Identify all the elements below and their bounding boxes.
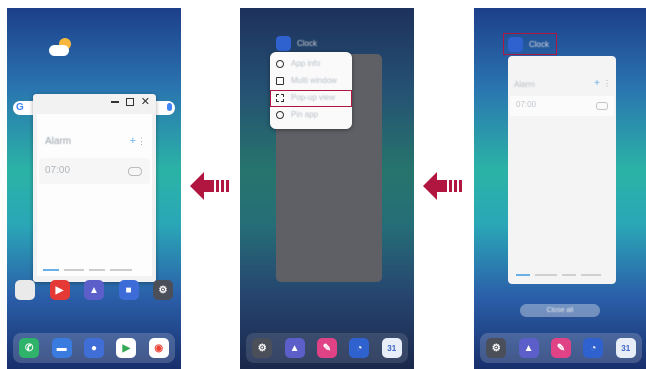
tab-alarm[interactable] (516, 274, 530, 276)
app-icon-highlight (503, 33, 557, 55)
left-arrow-icon (190, 172, 229, 200)
app-name-label: Clock (297, 39, 318, 48)
alarm-toggle[interactable] (596, 102, 608, 110)
close-all-label: Close all (546, 307, 574, 314)
tab-world-clock[interactable] (64, 269, 84, 271)
info-icon (276, 59, 284, 68)
alarm-card: Alarm + ⋮ 07:00 (37, 114, 152, 276)
recent-app-card[interactable]: Alarm + ⋮ 07:00 (508, 56, 616, 284)
phone-icon[interactable]: ✆ (19, 338, 40, 358)
clock-app-icon[interactable] (276, 36, 291, 51)
add-icon[interactable]: + (594, 78, 600, 89)
google-folder-icon[interactable] (15, 280, 35, 300)
alarm-toggle[interactable] (128, 167, 142, 176)
menu-item-pin-app[interactable]: Pin app (270, 106, 352, 123)
add-icon[interactable]: + (130, 135, 136, 147)
popup-view-highlight (270, 90, 352, 107)
phone-screen-popup-view: G ✕ Alarm + ⋮ 07:00 ▶ ▲ ■ ⚙ ✆ ▬ ● ▶ ◉ (7, 8, 181, 369)
alarm-row[interactable]: 07:00 (39, 158, 150, 184)
multi-window-icon (276, 76, 284, 85)
close-all-button[interactable]: Close all (520, 304, 600, 317)
gallery-icon[interactable]: ▲ (284, 338, 305, 358)
more-options-icon[interactable]: ⋮ (603, 79, 611, 88)
pin-icon (276, 110, 284, 119)
settings-icon[interactable]: ⚙ (486, 338, 507, 358)
minimize-icon[interactable] (110, 101, 119, 103)
clock-icon[interactable]: ◔ (583, 338, 604, 358)
camera-icon[interactable]: ● (83, 338, 104, 358)
cloud-icon (49, 45, 69, 56)
menu-item-app-info[interactable]: App info (270, 55, 352, 72)
gallery-icon[interactable]: ▲ (84, 280, 104, 300)
play-store-icon[interactable]: ▶ (116, 338, 137, 358)
settings-icon[interactable]: ⚙ (252, 338, 273, 358)
mic-icon (167, 103, 172, 111)
popup-window-titlebar[interactable]: ✕ (33, 94, 156, 110)
google-g-icon: G (16, 102, 24, 113)
clock-icon[interactable]: ◔ (349, 338, 370, 358)
settings-icon[interactable]: ⚙ (153, 280, 173, 300)
bottom-tabs[interactable] (43, 266, 146, 274)
bottom-tabs[interactable] (516, 272, 608, 278)
gallery-icon[interactable]: ▲ (518, 338, 539, 358)
dock: ⚙ ▲ ✎ ◔ 31 (480, 333, 642, 363)
tab-stopwatch[interactable] (581, 274, 601, 276)
app-header: Clock (276, 36, 317, 51)
alarm-title: Alarm (45, 136, 72, 147)
tab-timer[interactable] (562, 274, 576, 276)
dock: ✆ ▬ ● ▶ ◉ (13, 333, 175, 363)
dock: ⚙ ▲ ✎ ◔ 31 (246, 333, 408, 363)
popup-window[interactable]: ✕ Alarm + ⋮ 07:00 (33, 94, 156, 282)
calendar-icon[interactable]: 31 (381, 338, 402, 358)
phone-screen-recents-menu: Clock App info Multi window Pop-up view … (240, 8, 414, 369)
more-options-icon[interactable]: ⋮ (137, 136, 146, 147)
notes-icon[interactable]: ✎ (550, 338, 571, 358)
tab-alarm[interactable] (43, 269, 59, 271)
youtube-icon[interactable]: ▶ (49, 280, 70, 300)
left-arrow-icon (423, 172, 462, 200)
alarm-time: 07:00 (516, 100, 537, 109)
alarm-time: 07:00 (45, 165, 71, 176)
weather-widget[interactable] (47, 38, 75, 58)
messages-icon[interactable]: ▬ (51, 338, 72, 358)
close-icon[interactable]: ✕ (141, 97, 150, 108)
alarm-row[interactable]: 07:00 (510, 96, 614, 116)
menu-item-multi-window[interactable]: Multi window (270, 72, 352, 89)
phone-screen-recents: Clock Alarm + ⋮ 07:00 Close all ⚙ ▲ ✎ ◔ … (474, 8, 646, 369)
card-title: Alarm (514, 80, 535, 89)
chrome-icon[interactable]: ◉ (148, 338, 169, 358)
tab-stopwatch[interactable] (110, 269, 132, 271)
video-icon[interactable]: ■ (118, 280, 139, 300)
calendar-icon[interactable]: 31 (615, 338, 636, 358)
tab-world-clock[interactable] (535, 274, 557, 276)
notes-icon[interactable]: ✎ (316, 338, 337, 358)
maximize-icon[interactable] (125, 98, 134, 106)
tab-timer[interactable] (89, 269, 105, 271)
